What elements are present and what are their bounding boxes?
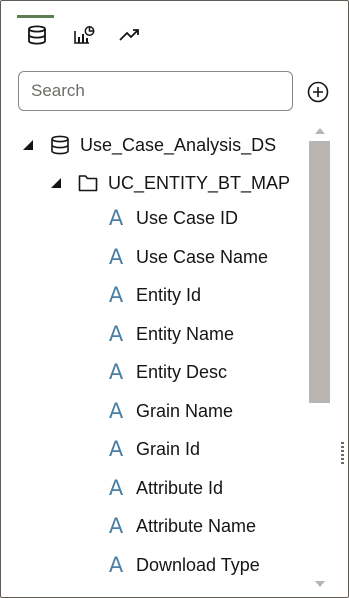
trend-icon xyxy=(119,29,139,41)
panel-resize-handle[interactable] xyxy=(341,442,344,466)
text-attribute-icon: A xyxy=(108,359,124,384)
tree-node-attribute[interactable]: A Use Case ID xyxy=(107,199,238,237)
data-tree: Use_Case_Analysis_DS UC_ENTITY_BT_MAP A … xyxy=(1,127,301,597)
text-attribute-icon: A xyxy=(108,398,124,423)
expand-twisty-icon[interactable] xyxy=(21,138,35,152)
tree-node-dataset[interactable]: Use_Case_Analysis_DS xyxy=(21,127,276,164)
dataset-label: Use_Case_Analysis_DS xyxy=(80,134,277,155)
attribute-label: Download Type xyxy=(136,554,260,575)
folder-icon xyxy=(78,174,98,192)
text-attribute-icon: A xyxy=(108,436,124,461)
attribute-label: Grain Id xyxy=(136,438,201,459)
text-attribute-icon: A xyxy=(108,475,124,500)
scroll-up-arrow-icon[interactable] xyxy=(313,123,327,134)
tree-node-attribute[interactable]: A Grain Id xyxy=(107,430,200,468)
panel-tabs xyxy=(17,15,151,55)
tree-node-attribute[interactable]: A Entity Desc xyxy=(107,353,227,391)
tree-node-attribute[interactable]: A Use Case Name xyxy=(107,238,268,276)
tab-data[interactable] xyxy=(17,15,59,55)
attribute-label: Entity Name xyxy=(136,323,235,344)
tree-node-attribute[interactable]: A Attribute Name xyxy=(107,507,256,545)
add-circle-icon xyxy=(307,81,329,103)
tree-node-table[interactable]: UC_ENTITY_BT_MAP xyxy=(49,164,290,202)
attribute-label: Entity Id xyxy=(136,284,202,305)
search-input[interactable] xyxy=(19,72,292,110)
text-attribute-icon: A xyxy=(108,244,124,269)
tree-node-attribute[interactable]: A Attribute Id xyxy=(107,469,223,507)
scrollbar-thumb[interactable] xyxy=(309,141,330,403)
text-attribute-icon: A xyxy=(108,205,124,230)
table-label: UC_ENTITY_BT_MAP xyxy=(108,172,291,193)
text-attribute-icon: A xyxy=(108,513,124,538)
add-button[interactable] xyxy=(307,81,329,103)
attribute-label: Entity Desc xyxy=(136,361,228,382)
search-box xyxy=(18,71,293,111)
text-attribute-icon: A xyxy=(108,282,124,307)
tab-visualizations[interactable] xyxy=(59,15,109,55)
text-attribute-icon: A xyxy=(108,321,124,346)
tab-analytics[interactable] xyxy=(109,15,151,55)
data-panel: Use_Case_Analysis_DS UC_ENTITY_BT_MAP A … xyxy=(0,0,349,598)
tree-node-attribute[interactable]: A Download Type xyxy=(107,546,260,584)
attribute-label: Use Case ID xyxy=(136,207,239,228)
expand-twisty-icon[interactable] xyxy=(49,176,63,190)
attribute-label: Attribute Id xyxy=(136,477,224,498)
attribute-label: Grain Name xyxy=(136,400,234,421)
chart-icon xyxy=(74,26,95,44)
scroll-down-arrow-icon[interactable] xyxy=(313,576,327,587)
attribute-label: Use Case Name xyxy=(136,246,269,267)
database-icon xyxy=(50,135,70,155)
attribute-label: Attribute Name xyxy=(136,515,257,536)
tree-node-attribute[interactable]: A Entity Name xyxy=(107,315,234,353)
tree-node-attribute[interactable]: A Entity Id xyxy=(107,276,201,314)
database-icon xyxy=(27,25,46,45)
tree-node-attribute[interactable]: A Grain Name xyxy=(107,392,233,430)
text-attribute-icon: A xyxy=(108,552,124,577)
